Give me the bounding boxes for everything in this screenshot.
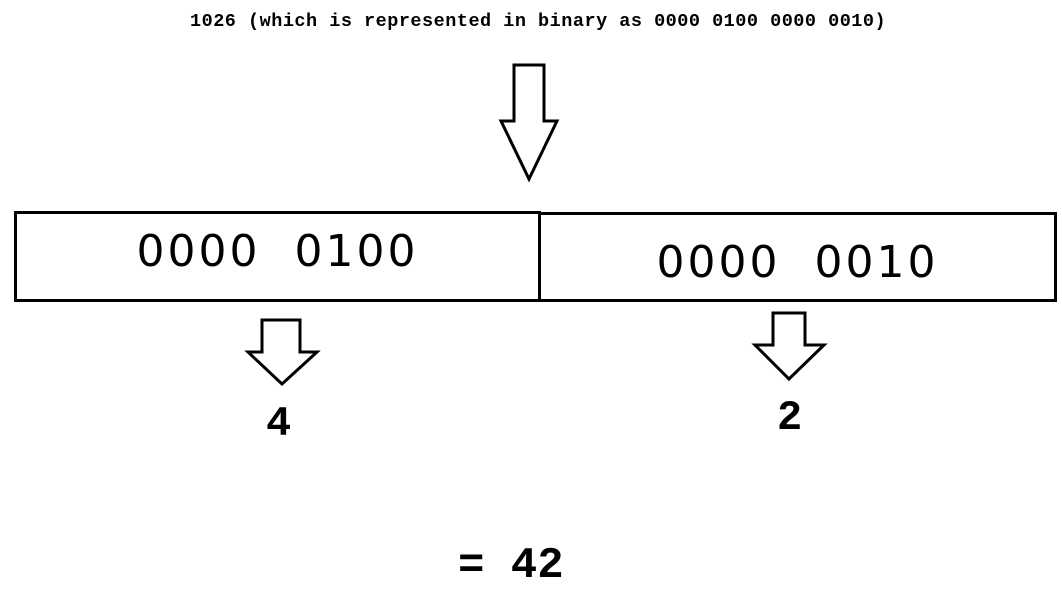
high-byte-value: 4	[266, 400, 292, 448]
low-byte-box: 0000 0010	[538, 212, 1057, 302]
high-byte-bits: 0000 0100	[136, 226, 419, 277]
low-byte-value: 2	[777, 394, 803, 442]
low-byte-down-arrow-icon	[751, 311, 828, 382]
high-byte-box: 0000 0100	[14, 211, 541, 302]
high-byte-down-arrow-icon	[244, 318, 321, 387]
low-byte-bits: 0000 0010	[656, 236, 939, 288]
result-text: = 42	[458, 541, 564, 591]
caption-text: 1026 (which is represented in binary as …	[190, 11, 887, 32]
main-down-arrow-icon	[498, 63, 560, 183]
